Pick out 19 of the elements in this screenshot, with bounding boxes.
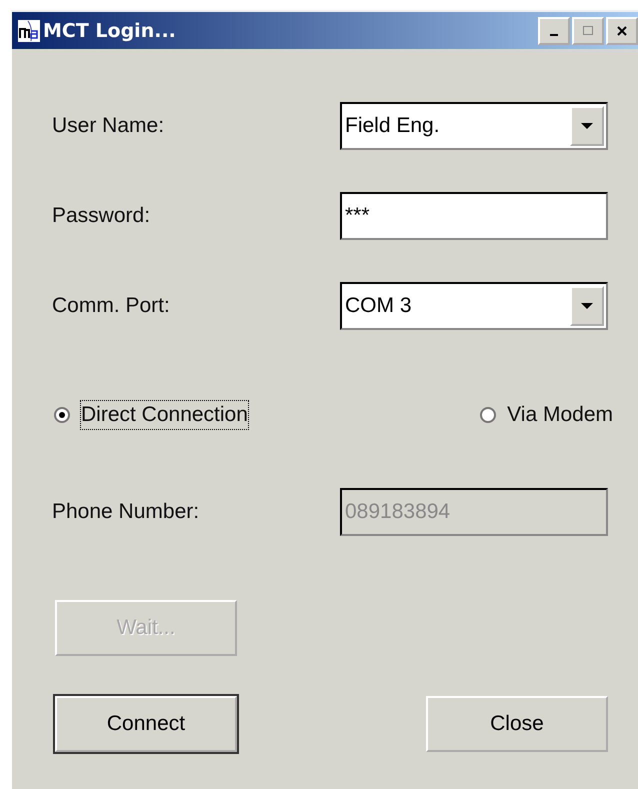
close-dialog-button[interactable]: Close (426, 696, 608, 752)
close-button[interactable] (606, 16, 638, 44)
radio-label[interactable]: Via Modem (506, 400, 614, 430)
field-label: Comm. Port: (52, 294, 170, 318)
close-icon (617, 26, 627, 36)
maximize-icon (583, 26, 593, 35)
field-label: Password: (52, 204, 150, 228)
app-logo-icon (18, 20, 40, 42)
dropdown-field[interactable]: Field Eng. (340, 102, 608, 150)
connect-button[interactable]: Connect (55, 696, 237, 752)
field-label: User Name: (52, 114, 164, 138)
window-title: MCT Login... (43, 20, 176, 42)
radio-button[interactable] (480, 407, 496, 423)
minimize-icon (550, 34, 558, 36)
radio-label[interactable]: Direct Connection (80, 400, 249, 430)
dropdown-field[interactable]: COM 3 (340, 282, 608, 330)
field-label: Phone Number: (52, 500, 200, 524)
radio-button[interactable] (54, 407, 70, 423)
password-field[interactable]: *** (340, 192, 608, 240)
